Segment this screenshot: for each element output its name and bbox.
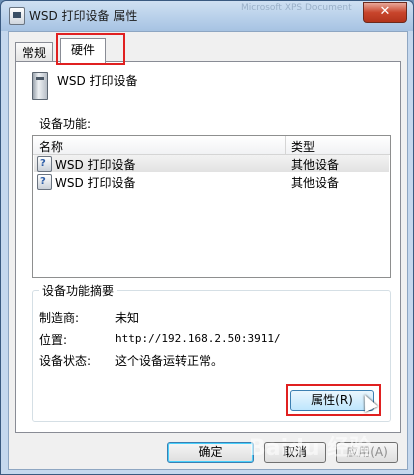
tab-hardware[interactable]: 硬件 <box>60 38 107 63</box>
location-label: 位置: <box>39 333 68 347</box>
list-item[interactable]: WSD 打印设备 其他设备 <box>34 173 389 190</box>
list-item-name: WSD 打印设备 <box>55 158 136 172</box>
background-window-ghost-text: Microsoft XPS Document <box>241 3 352 13</box>
manufacturer-label: 制造商: <box>39 311 80 325</box>
manufacturer-value: 未知 <box>115 311 140 325</box>
unknown-device-icon <box>37 156 52 172</box>
summary-title: 设备功能摘要 <box>39 282 118 299</box>
list-header: 名称 类型 <box>33 136 390 155</box>
device-functions-label: 设备功能: <box>39 117 92 131</box>
apply-button[interactable]: 应用(A) <box>336 442 398 463</box>
title-bar[interactable]: WSD 打印设备 属性 Microsoft XPS Document ✕ <box>1 1 413 29</box>
list-item-type: 其他设备 <box>291 158 340 172</box>
list-item-type: 其他设备 <box>291 176 340 190</box>
close-button[interactable]: ✕ <box>363 2 407 23</box>
printer-icon <box>9 7 25 25</box>
column-header-type[interactable]: 类型 <box>291 138 315 155</box>
column-header-name[interactable]: 名称 <box>39 138 63 155</box>
ok-button[interactable]: 确定 <box>167 442 254 463</box>
properties-window: WSD 打印设备 属性 Microsoft XPS Document ✕ 常规 … <box>0 0 414 475</box>
list-item[interactable]: WSD 打印设备 其他设备 <box>34 155 389 172</box>
device-name: WSD 打印设备 <box>57 74 138 88</box>
printer-device-icon <box>32 72 48 100</box>
status-value: 这个设备运转正常。 <box>115 354 224 368</box>
list-item-name: WSD 打印设备 <box>55 176 136 190</box>
status-label: 设备状态: <box>39 354 92 368</box>
window-title: WSD 打印设备 属性 <box>29 9 138 23</box>
column-separator[interactable] <box>285 136 286 154</box>
tab-general[interactable]: 常规 <box>15 42 54 62</box>
unknown-device-icon <box>37 174 52 190</box>
location-value: http://192.168.2.50:3911/ <box>115 332 281 345</box>
device-functions-list[interactable]: 名称 类型 WSD 打印设备 其他设备 WSD 打印设备 其他设备 <box>32 135 391 278</box>
dialog-client-area: 常规 硬件 WSD 打印设备 设备功能: 名称 类型 WSD 打印设备 其他设备… <box>8 31 408 470</box>
cancel-button[interactable]: 取消 <box>264 442 326 463</box>
